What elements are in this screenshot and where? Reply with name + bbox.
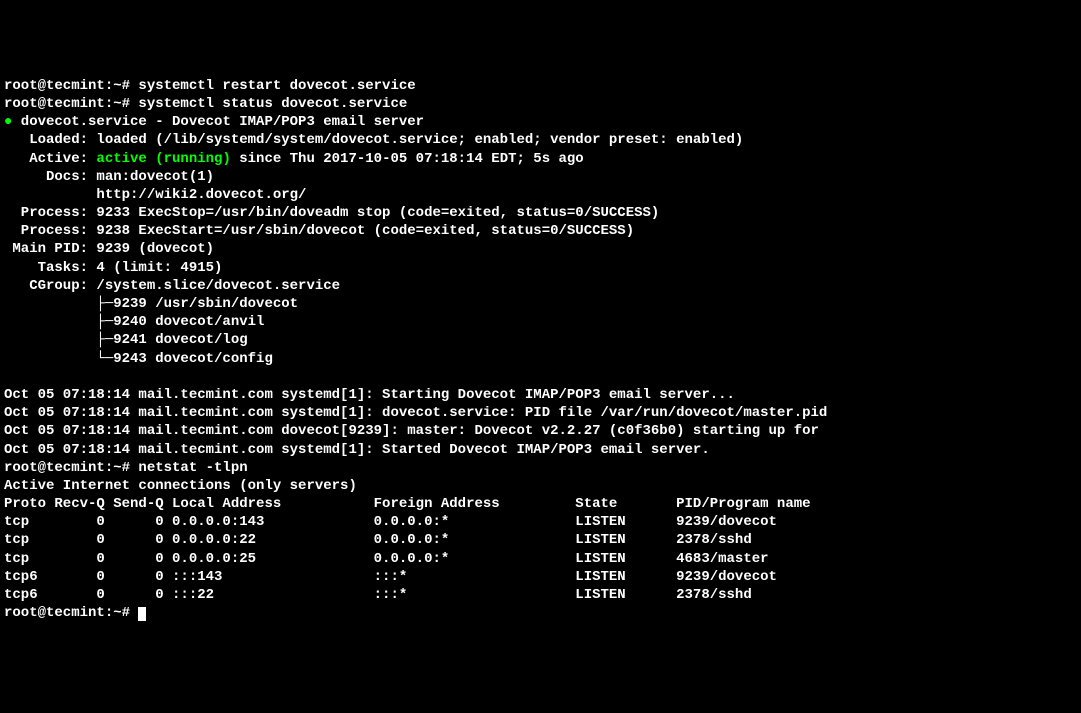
process-line: Process: 9238 ExecStart=/usr/sbin/doveco… <box>4 223 634 239</box>
docs-line: Docs: man:dovecot(1) <box>4 169 214 185</box>
command-text: netstat -tlpn <box>138 460 247 476</box>
netstat-header: Active Internet connections (only server… <box>4 478 357 494</box>
netstat-row: tcp6 0 0 :::143 :::* LISTEN 9239/dovecot <box>4 569 777 585</box>
cursor-icon[interactable] <box>138 607 146 621</box>
shell-prompt: root@tecmint:~# <box>4 96 138 112</box>
process-line: Process: 9233 ExecStop=/usr/bin/doveadm … <box>4 205 659 221</box>
docs-line: http://wiki2.dovecot.org/ <box>4 187 306 203</box>
shell-prompt: root@tecmint:~# <box>4 78 138 94</box>
netstat-row: tcp6 0 0 :::22 :::* LISTEN 2378/sshd <box>4 587 752 603</box>
log-line: Oct 05 07:18:14 mail.tecmint.com dovecot… <box>4 423 819 439</box>
log-line: Oct 05 07:18:14 mail.tecmint.com systemd… <box>4 405 827 421</box>
active-status: active (running) <box>96 151 230 167</box>
cgroup-child: └─9243 dovecot/config <box>4 351 273 367</box>
active-since: since Thu 2017-10-05 07:18:14 EDT; 5s ag… <box>231 151 584 167</box>
tasks-line: Tasks: 4 (limit: 4915) <box>4 260 222 276</box>
command-text: systemctl status dovecot.service <box>138 96 407 112</box>
netstat-row: tcp 0 0 0.0.0.0:143 0.0.0.0:* LISTEN 923… <box>4 514 777 530</box>
netstat-row: tcp 0 0 0.0.0.0:25 0.0.0.0:* LISTEN 4683… <box>4 551 769 567</box>
log-line: Oct 05 07:18:14 mail.tecmint.com systemd… <box>4 387 735 403</box>
mainpid-line: Main PID: 9239 (dovecot) <box>4 241 214 257</box>
cgroup-child: ├─9239 /usr/sbin/dovecot <box>4 296 298 312</box>
cgroup-child: ├─9241 dovecot/log <box>4 332 248 348</box>
log-line: Oct 05 07:18:14 mail.tecmint.com systemd… <box>4 442 710 458</box>
active-label: Active: <box>4 151 96 167</box>
shell-prompt: root@tecmint:~# <box>4 460 138 476</box>
terminal-output: root@tecmint:~# systemctl restart doveco… <box>4 77 1077 623</box>
command-text: systemctl restart dovecot.service <box>138 78 415 94</box>
shell-prompt: root@tecmint:~# <box>4 605 138 621</box>
loaded-line: Loaded: loaded (/lib/systemd/system/dove… <box>4 132 743 148</box>
cgroup-line: CGroup: /system.slice/dovecot.service <box>4 278 340 294</box>
netstat-row: tcp 0 0 0.0.0.0:22 0.0.0.0:* LISTEN 2378… <box>4 532 752 548</box>
cgroup-child: ├─9240 dovecot/anvil <box>4 314 264 330</box>
service-title: dovecot.service - Dovecot IMAP/POP3 emai… <box>12 114 424 130</box>
netstat-columns: Proto Recv-Q Send-Q Local Address Foreig… <box>4 496 811 512</box>
